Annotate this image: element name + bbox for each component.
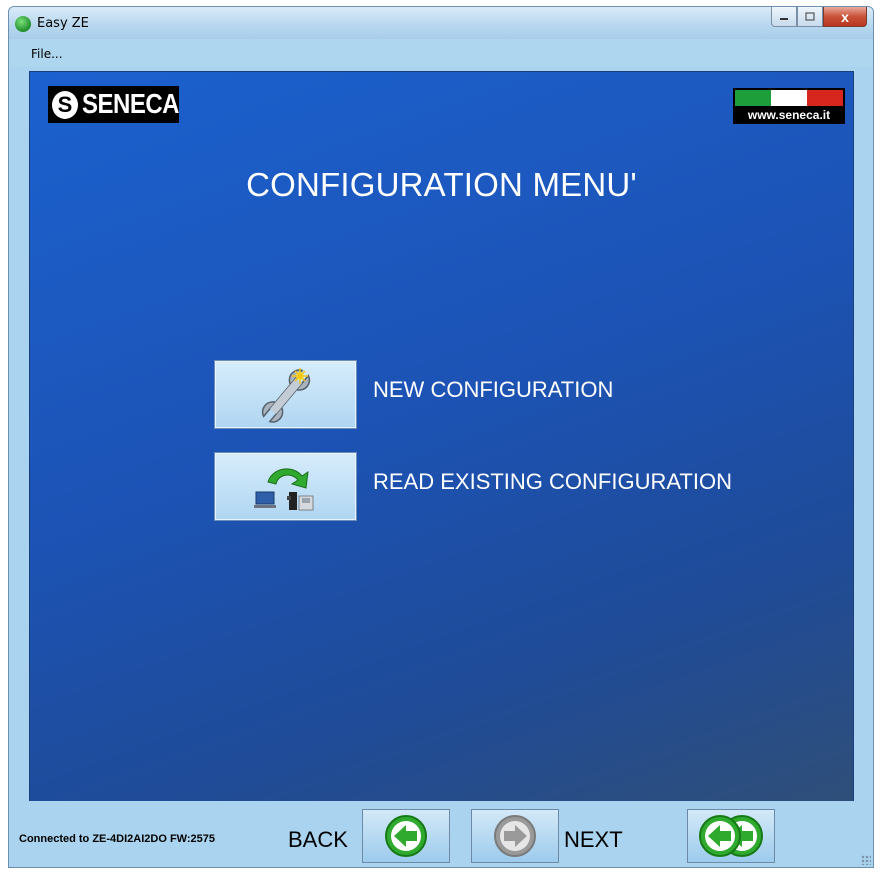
resize-grip[interactable] — [861, 855, 871, 865]
minimize-button[interactable] — [771, 7, 797, 27]
page-title: CONFIGURATION MENU' — [246, 166, 637, 203]
seneca-logo-text: SENECA — [81, 88, 180, 120]
read-device-icon — [254, 468, 314, 511]
back-to-start-button[interactable] — [687, 809, 775, 863]
window-controls: x — [771, 7, 867, 29]
menu-bar: File... — [9, 39, 873, 67]
italian-flag-icon — [735, 90, 843, 106]
main-panel: S SENECA www.seneca.it CONFIGURATION MEN… — [29, 71, 854, 803]
double-arrow-left-icon — [699, 815, 763, 857]
close-button[interactable]: x — [823, 7, 867, 27]
maximize-button[interactable] — [797, 7, 823, 27]
minimize-icon — [780, 17, 788, 20]
app-window: Easy ZE x File... S SENECA www.seneca.it — [8, 6, 874, 868]
seneca-logo-mark: S — [52, 90, 78, 119]
read-existing-configuration-label: READ EXISTING CONFIGURATION — [373, 469, 732, 494]
status-bar: Connected to ZE-4DI2AI2DO FW:2575 BACK N… — [9, 801, 873, 867]
arrow-right-icon — [494, 815, 536, 857]
wrench-icon — [261, 368, 311, 423]
connection-status: Connected to ZE-4DI2AI2DO FW:2575 — [19, 833, 215, 845]
flag-green — [735, 90, 771, 106]
read-existing-configuration-button[interactable] — [215, 453, 356, 520]
flag-white — [771, 90, 807, 106]
back-label: BACK — [288, 827, 348, 852]
app-icon — [15, 16, 31, 32]
title-bar: Easy ZE x — [9, 7, 873, 39]
website-badge: www.seneca.it — [733, 88, 845, 124]
window-title: Easy ZE — [37, 16, 89, 31]
back-button[interactable] — [362, 809, 450, 863]
new-configuration-button[interactable] — [215, 361, 356, 428]
menu-file[interactable]: File... — [31, 47, 63, 61]
arrow-left-icon — [385, 815, 427, 857]
flag-red — [807, 90, 843, 106]
website-text: www.seneca.it — [747, 108, 831, 122]
seneca-logo: S SENECA — [48, 86, 180, 123]
next-label: NEXT — [564, 827, 623, 852]
new-configuration-label: NEW CONFIGURATION — [373, 377, 614, 402]
maximize-icon — [805, 11, 815, 21]
next-button[interactable] — [471, 809, 559, 863]
